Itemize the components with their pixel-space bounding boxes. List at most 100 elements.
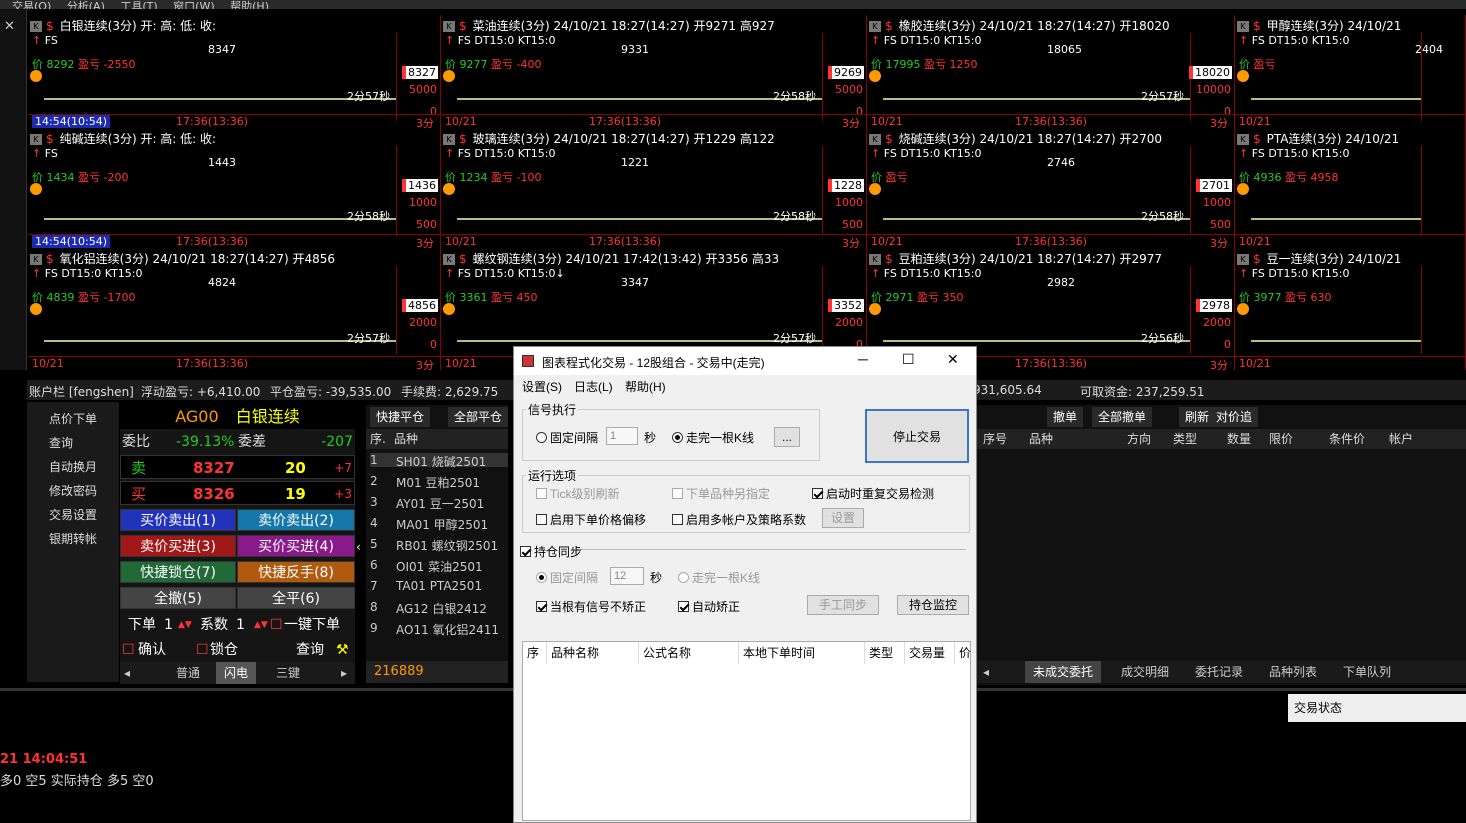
chart-panel[interactable]: K $ 甲醇连续(3分) 24/10/21 ↑ FS DT15:0 KT15:0 价 盈…	[1235, 15, 1466, 128]
bid-price[interactable]: 8326	[193, 482, 235, 506]
dialog-close-icon[interactable]: ✕	[947, 351, 959, 368]
tab-scroll-left-icon[interactable]: ◂	[124, 662, 130, 684]
menu-tools[interactable]: 工具(T)	[120, 0, 157, 9]
product-row[interactable]: 6 OI01 菜油2501	[370, 558, 508, 574]
product-row[interactable]: 4 MA01 甲醇2501	[370, 516, 508, 532]
chart-panel[interactable]: K $ 氧化铝连续(3分) 24/10/21 18:27(14:27) 开4856 ↑…	[28, 248, 441, 370]
sell-at-bid-button[interactable]: 买价卖出(1)	[120, 509, 236, 531]
tab-fills[interactable]: 成交明细	[1121, 661, 1169, 683]
product-row[interactable]: 1 SH01 烧碱2501	[370, 453, 508, 469]
mult-stepper[interactable]: ▲▼	[254, 613, 268, 637]
tab-flash[interactable]: 闪电	[216, 662, 257, 684]
side-item-auto-rollover[interactable]: 自动换月	[49, 458, 97, 475]
cancel-order-button[interactable]: 撤单	[1047, 407, 1084, 427]
kline-icon[interactable]: K	[30, 254, 42, 265]
kline-icon[interactable]: K	[869, 21, 881, 32]
kline-icon[interactable]: K	[869, 254, 881, 265]
sell-at-ask-button[interactable]: 卖价卖出(2)	[237, 509, 355, 531]
mult-input[interactable]: 1	[236, 613, 245, 637]
more-button[interactable]: ...	[774, 427, 800, 447]
pos-sync-checkbox[interactable]	[520, 546, 531, 557]
chart-panel[interactable]: K $ 菜油连续(3分) 24/10/21 18:27(14:27) 开9271 高…	[441, 15, 867, 128]
side-item-settings[interactable]: 交易设置	[49, 506, 97, 523]
buy-at-ask-button[interactable]: 卖价买进(3)	[120, 535, 236, 557]
no-fix-checkbox[interactable]	[536, 601, 547, 612]
product-row[interactable]: 5 RB01 螺纹钢2501	[370, 537, 508, 553]
chart-panel[interactable]: K $ 白银连续(3分) 开: 高: 低: 收: ↑ FS 价 8292 盈亏 -255…	[28, 15, 441, 128]
kline-icon[interactable]: K	[1237, 134, 1249, 145]
side-item-price-order[interactable]: 点价下单	[49, 410, 97, 427]
lock-checkbox[interactable]: ☐	[196, 639, 209, 661]
product-row[interactable]: 3 AY01 豆一2501	[370, 495, 508, 511]
confirm-checkbox[interactable]: ☐	[122, 639, 135, 661]
menu-settings[interactable]: 设置(S)	[522, 378, 562, 395]
price-offset-checkbox[interactable]	[536, 514, 547, 525]
query-button[interactable]: 查询	[296, 639, 324, 661]
settings-button[interactable]: 设置	[822, 508, 864, 528]
quick-close-button[interactable]: 快捷平仓	[370, 407, 431, 427]
side-item-transfer[interactable]: 银期转帐	[49, 530, 97, 547]
menu-window[interactable]: 窗口(W)	[173, 0, 214, 9]
fixed-interval-radio[interactable]	[536, 432, 547, 443]
chart-panel[interactable]: K $ 烧碱连续(3分) 24/10/21 18:27(14:27) 开2700 ↑ …	[867, 128, 1235, 248]
tab-open-orders[interactable]: 未成交委托	[1025, 661, 1102, 683]
tab-three-key[interactable]: 三键	[276, 662, 300, 684]
order-qty-input[interactable]: 1	[164, 613, 173, 637]
quick-reverse-button[interactable]: 快捷反手(8)	[237, 561, 355, 583]
cancel-all-orders-button[interactable]: 全部撤单	[1092, 407, 1153, 427]
order-qty-stepper[interactable]: ▲▼	[178, 613, 192, 637]
kline-icon[interactable]: K	[869, 134, 881, 145]
walk-kline-radio[interactable]	[672, 432, 683, 443]
side-item-query[interactable]: 查询	[49, 434, 73, 451]
tools-icon[interactable]: ⚒	[336, 639, 349, 661]
product-row[interactable]: 8 AG12 白银2412	[370, 600, 508, 616]
close-all-button[interactable]: 全平(6)	[237, 587, 355, 609]
kline-icon[interactable]: K	[443, 254, 455, 265]
chase-price-button[interactable]: 对价追	[1210, 407, 1259, 427]
ask-price[interactable]: 8327	[193, 456, 235, 480]
side-item-password[interactable]: 修改密码	[49, 482, 97, 499]
auto-fix-checkbox[interactable]	[678, 601, 689, 612]
collapse-icon[interactable]: ‹	[356, 540, 361, 554]
product-row[interactable]: 7 TA01 PTA2501	[370, 579, 508, 593]
menu-log[interactable]: 日志(L)	[574, 378, 613, 395]
menu-trade[interactable]: 交易(O)	[12, 0, 51, 9]
kline-icon[interactable]: K	[30, 134, 42, 145]
buy-at-bid-button[interactable]: 买价买进(4)	[237, 535, 355, 557]
position-monitor-button[interactable]: 持仓监控	[897, 595, 969, 615]
product-row[interactable]: 2 M01 豆粕2501	[370, 474, 508, 490]
chart-panel[interactable]: K $ 纯碱连续(3分) 开: 高: 低: 收: ↑ FS 价 1434 盈亏 -200…	[28, 128, 441, 248]
close-all-positions-button[interactable]: 全部平仓	[448, 407, 508, 427]
kline-icon[interactable]: K	[1237, 21, 1249, 32]
rp-scroll-left-icon[interactable]: ◂	[983, 661, 989, 683]
menu-dialog-help[interactable]: 帮助(H)	[625, 378, 666, 395]
chart-panel[interactable]: K $ 橡胶连续(3分) 24/10/21 18:27(14:27) 开18020 ↑…	[867, 15, 1235, 128]
menu-help[interactable]: 帮助(H)	[230, 0, 269, 9]
tab-normal[interactable]: 普通	[176, 662, 200, 684]
cancel-all-button[interactable]: 全撤(5)	[120, 587, 236, 609]
tab-order-queue[interactable]: 下单队列	[1343, 661, 1391, 683]
kline-icon[interactable]: K	[443, 21, 455, 32]
product-row[interactable]: 9 AO11 氧化铝2411	[370, 621, 508, 637]
chart-panel[interactable]: K $ 玻璃连续(3分) 24/10/21 18:27(14:27) 开1229 高…	[441, 128, 867, 248]
chart-panel[interactable]: K $ PTA连续(3分) 24/10/21 ↑ FS DT15:0 KT15:0 价 …	[1235, 128, 1466, 248]
maximize-icon[interactable]: ☐	[902, 351, 915, 368]
menu-analysis[interactable]: 分析(A)	[67, 0, 105, 9]
kline-icon[interactable]: K	[30, 21, 42, 32]
kline-icon[interactable]: K	[443, 134, 455, 145]
manual-sync-button[interactable]: 手工同步	[807, 595, 879, 615]
chart-panel[interactable]: K $ 豆一连续(3分) 24/10/21 ↑ FS DT15:0 KT15:0 价 3…	[1235, 248, 1466, 370]
multi-account-checkbox[interactable]	[672, 514, 683, 525]
onekey-checkbox[interactable]: ☐	[270, 613, 283, 637]
dollar-icon: $	[46, 252, 54, 266]
fixed-interval-input[interactable]: 1	[606, 427, 638, 445]
stop-trading-button[interactable]: 停止交易	[865, 409, 969, 463]
kline-icon[interactable]: K	[1237, 254, 1249, 265]
close-icon[interactable]: ✕	[4, 19, 15, 34]
minimize-icon[interactable]: ─	[858, 351, 868, 367]
restart-check-checkbox[interactable]	[812, 488, 823, 499]
quick-lock-button[interactable]: 快捷锁仓(7)	[120, 561, 236, 583]
tab-order-log[interactable]: 委托记录	[1195, 661, 1243, 683]
tab-product-list[interactable]: 品种列表	[1269, 661, 1317, 683]
tab-scroll-right-icon[interactable]: ▸	[341, 662, 347, 684]
